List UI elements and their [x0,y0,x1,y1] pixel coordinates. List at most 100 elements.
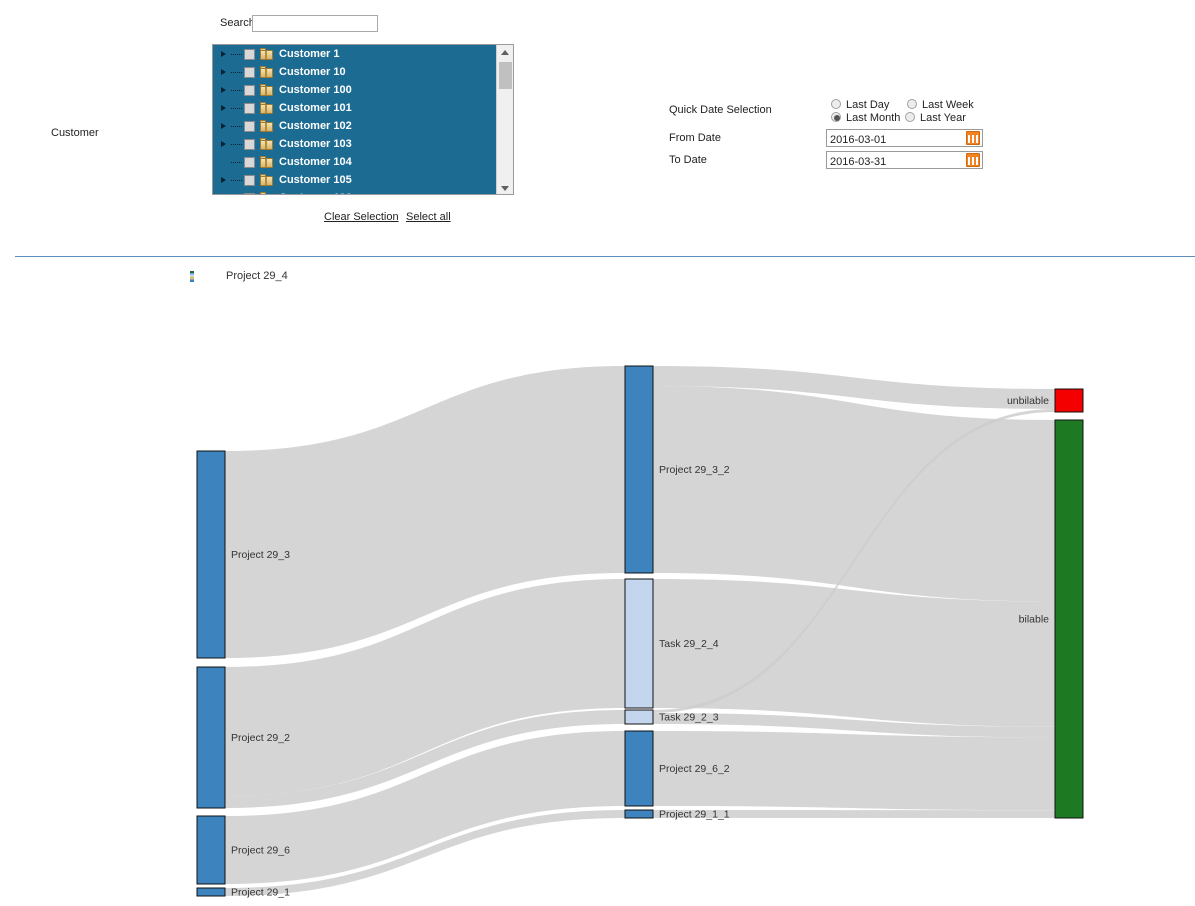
section-divider [15,256,1195,257]
sankey-node-label: Task 29_2_3 [659,712,719,724]
sankey-node[interactable] [1054,388,1084,413]
tree-item-checkbox[interactable] [244,120,255,132]
scrollbar-thumb[interactable] [499,62,512,89]
tree-item[interactable]: Customer 103 [213,135,498,153]
clear-selection-link[interactable]: Clear Selection [324,211,399,223]
sankey-node-label: Project 29_2 [231,732,290,744]
tree-connector [231,143,242,145]
sankey-node-label: Task 29_2_4 [659,638,719,650]
tree-connector [231,53,242,55]
scroll-up-icon[interactable] [497,45,513,60]
sankey-node-label: Project 29_6 [231,845,290,857]
to-date-label: To Date [669,154,707,166]
customer-label: Customer [51,127,99,139]
quick-date-selection-label: Quick Date Selection [669,104,772,116]
expand-arrow-icon[interactable] [221,176,230,185]
folder-icon [260,156,273,168]
expand-arrow-icon[interactable] [221,86,230,95]
sankey-node-label: Project 29_6_2 [659,763,730,775]
sankey-node-label: Project 29_1 [231,887,290,899]
select-all-link[interactable]: Select all [406,211,451,223]
sankey-node[interactable] [1054,419,1084,819]
expand-arrow-icon[interactable] [221,68,230,77]
calendar-icon[interactable] [966,153,980,167]
radio-last-day[interactable]: Last Day [831,99,889,111]
tree-item[interactable]: Customer 106 [213,189,498,195]
tree-item-checkbox[interactable] [244,156,255,168]
tree-item-checkbox[interactable] [244,138,255,150]
tree-item-checkbox[interactable] [244,84,255,96]
tree-item-label: Customer 103 [279,138,352,150]
tree-item[interactable]: Customer 102 [213,117,498,135]
tree-item[interactable]: Customer 101 [213,99,498,117]
sankey-node[interactable] [624,730,654,807]
tree-connector [231,71,242,73]
sankey-node[interactable] [624,809,654,819]
sankey-node-label: Project 29_3_2 [659,464,730,476]
tree-connector [231,179,242,181]
tree-connector [231,125,242,127]
radio-indicator [831,99,841,109]
expand-arrow-icon[interactable] [221,122,230,131]
radio-last-day-label: Last Day [846,99,890,111]
radio-last-year[interactable]: Last Year [905,112,966,124]
folder-icon [260,66,273,78]
tree-item-label: Customer 104 [279,156,352,168]
sankey-node[interactable] [624,578,654,709]
from-date-input[interactable] [827,132,952,148]
customer-tree[interactable]: Customer 1 Customer 10 Customer 100 Custome… [212,44,514,195]
sankey-node[interactable] [196,450,226,659]
radio-last-week[interactable]: Last Week [907,99,974,111]
sankey-node[interactable] [196,666,226,809]
tree-item-label: Customer 106 [279,192,352,194]
tree-item[interactable]: Customer 1 [213,45,498,63]
radio-last-year-label: Last Year [920,112,966,124]
sankey-link[interactable] [653,579,1055,727]
tree-item-checkbox[interactable] [244,102,255,114]
tree-item-label: Customer 10 [279,66,346,78]
sankey-node[interactable] [624,365,654,574]
sankey-node[interactable] [196,815,226,885]
folder-icon [260,192,273,194]
legend-swatch-icon [190,271,194,282]
tree-item-label: Customer 1 [279,48,340,60]
tree-item[interactable]: Customer 10 [213,63,498,81]
tree-item[interactable]: Customer 104 [213,153,498,171]
to-date-field[interactable] [826,151,983,170]
tree-item[interactable]: Customer 105 [213,171,498,189]
radio-last-week-label: Last Week [922,99,974,111]
to-date-input[interactable] [827,154,952,170]
tree-item-checkbox[interactable] [244,48,255,60]
expand-arrow-icon[interactable] [221,194,230,195]
expand-arrow-icon[interactable] [221,140,230,149]
tree-item-label: Customer 100 [279,84,352,96]
sankey-node[interactable] [196,887,226,897]
tree-item-checkbox[interactable] [244,192,255,194]
tree-item-checkbox[interactable] [244,174,255,186]
folder-icon [260,138,273,150]
sankey-node-label: Project 29_1_1 [659,809,730,821]
scroll-down-icon[interactable] [497,181,513,194]
radio-last-month-label: Last Month [846,112,901,124]
calendar-icon[interactable] [966,131,980,145]
expand-arrow-icon[interactable] [221,104,230,113]
sankey-chart[interactable]: Project 29_3 Project 29_2 Project 29_6 Proj… [0,290,1195,906]
from-date-field[interactable] [826,129,983,148]
expand-arrow-icon [221,158,230,167]
expand-arrow-icon[interactable] [221,50,230,59]
tree-connector [231,161,242,163]
folder-icon [260,84,273,96]
sankey-link[interactable] [653,386,1055,602]
tree-item-checkbox[interactable] [244,66,255,78]
radio-last-month[interactable]: Last Month [831,112,900,124]
customer-tree-list[interactable]: Customer 1 Customer 10 Customer 100 Custome… [213,45,498,195]
customer-tree-scrollbar[interactable] [496,45,513,194]
tree-item-label: Customer 105 [279,174,352,186]
search-label: Search [220,17,255,29]
search-input[interactable] [252,15,378,32]
tree-item[interactable]: Customer 100 [213,81,498,99]
sankey-svg: Project 29_3 Project 29_2 Project 29_6 Proj… [196,365,1084,899]
sankey-node[interactable] [624,709,654,725]
from-date-label: From Date [669,132,721,144]
radio-indicator [905,112,915,122]
